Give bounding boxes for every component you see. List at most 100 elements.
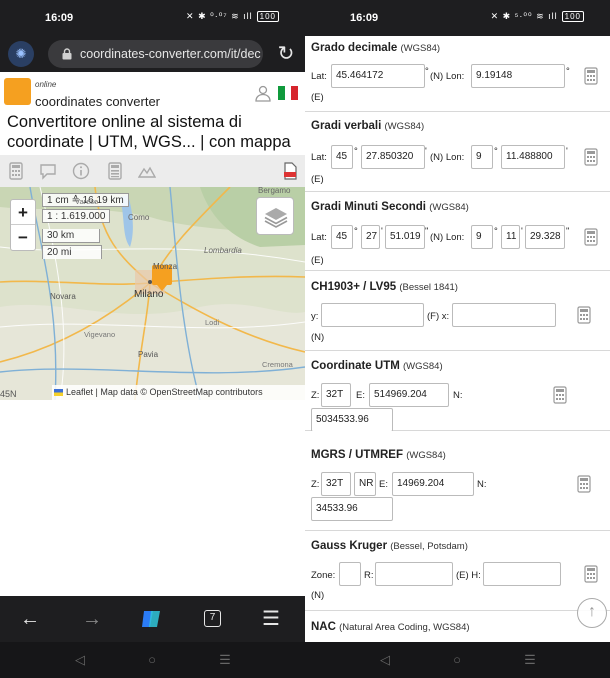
ch1903-y-input[interactable] <box>321 303 424 327</box>
system-home-icon[interactable]: ○ <box>449 652 465 668</box>
northing-label: N: <box>453 390 463 401</box>
lat-label: Lat: <box>311 232 327 243</box>
dms-lat-sec-input[interactable]: 51.019 <box>385 225 425 249</box>
decimal-lon-input[interactable]: 9.19148 <box>471 64 565 88</box>
site-info-icon[interactable] <box>61 48 73 60</box>
card-title-text: NAC <box>311 621 336 633</box>
mgrs-zone-input[interactable]: 32T <box>321 472 351 496</box>
decimal-lat-input[interactable]: 45.464172 <box>331 64 425 88</box>
elevation-icon[interactable] <box>138 162 156 180</box>
system-back-icon[interactable]: ◁ <box>377 652 393 668</box>
left-phone-screen: 16:09 ✕ ✱ ⁰·⁰⁷ ≋ ıll 100 ✺ coordinates-c… <box>0 0 305 678</box>
dms-lat-deg-input[interactable]: 45 <box>331 225 353 249</box>
url-field[interactable]: coordinates-converter.com/it/dec <box>48 40 263 68</box>
converter-list[interactable]: Grado decimale (WGS84) Lat: 45.464172 ° … <box>305 36 610 642</box>
n-lon-label: (N) Lon: <box>430 232 465 243</box>
dms-lon-min-input[interactable]: 11 <box>501 225 520 249</box>
n-lon-label: (N) Lon: <box>430 71 465 82</box>
calculator-icon[interactable] <box>584 67 598 85</box>
place-label: Varese <box>75 197 99 206</box>
mgrs-easting-input[interactable]: 14969.204 <box>392 472 474 496</box>
system-nav-bar: ◁ ○ ☰ <box>0 642 305 678</box>
calculator-icon[interactable] <box>584 228 598 246</box>
card-subtitle: (WGS84) <box>400 43 441 54</box>
system-recents-icon[interactable]: ☰ <box>522 652 538 668</box>
gauss-h-input[interactable] <box>483 562 561 586</box>
card-title: Grado decimale (WGS84) <box>311 42 440 54</box>
zone-label: Z: <box>311 390 320 401</box>
calculator-icon[interactable] <box>577 475 591 493</box>
verbal-lon-min-input[interactable]: 11.488800 <box>501 145 565 169</box>
card-title: Coordinate UTM (WGS84) <box>311 360 443 372</box>
comment-icon[interactable] <box>39 162 57 180</box>
easting-label: E: <box>379 479 388 490</box>
copilot-icon[interactable] <box>140 607 164 631</box>
calculator-icon[interactable] <box>584 148 598 166</box>
pdf-download-icon[interactable] <box>281 162 299 180</box>
degree-sign: ° <box>566 66 570 77</box>
verbal-lon-deg-input[interactable]: 9 <box>471 145 493 169</box>
place-label: Vigevano <box>84 330 116 339</box>
info-icon[interactable] <box>72 162 90 180</box>
right-phone-screen: 16:09 ✕ ✱ ⁵·⁰⁰ ≋ ıll 100 Grado decimale … <box>305 0 610 678</box>
browser-address-bar: ✺ coordinates-converter.com/it/dec ↻ <box>0 36 305 72</box>
menu-icon[interactable]: ☰ <box>259 607 283 631</box>
card-title: Gauss Kruger (Bessel, Potsdam) <box>311 540 468 552</box>
utm-northing-input[interactable]: 5034533.96 <box>311 408 393 432</box>
calculator-icon[interactable] <box>7 162 25 180</box>
dms-lon-sec-input[interactable]: 29.328 <box>525 225 565 249</box>
zoom-in-button[interactable]: + <box>11 200 35 225</box>
y-label: y: <box>311 311 319 322</box>
attribution-text[interactable]: Leaflet | Map data © OpenStreetMap contr… <box>66 387 263 397</box>
dms-lon-deg-input[interactable]: 9 <box>471 225 493 249</box>
card-title-text: CH1903+ / LV95 <box>311 281 397 293</box>
ukraine-flag-icon <box>54 389 63 396</box>
calculator-list-icon[interactable] <box>106 162 124 180</box>
layers-button[interactable] <box>256 197 294 235</box>
browser-profile-icon[interactable]: ✺ <box>8 41 34 67</box>
status-icons: ✕ ✱ ⁰·⁰⁷ ≋ ıll 100 <box>186 11 279 22</box>
degree-sign: ° <box>494 146 498 157</box>
f-x-label: (F) x: <box>427 311 450 322</box>
reload-icon[interactable]: ↻ <box>275 43 297 65</box>
mgrs-northing-input[interactable]: 34533.96 <box>311 497 393 521</box>
verbal-lat-min-input[interactable]: 27.850320 <box>361 145 425 169</box>
gauss-r-input[interactable] <box>375 562 453 586</box>
site-logo-icon[interactable] <box>4 78 31 105</box>
calculator-icon[interactable] <box>584 565 598 583</box>
dms-lat-min-input[interactable]: 27 <box>361 225 380 249</box>
card-subtitle: (WGS84) <box>403 361 443 372</box>
utm-easting-input[interactable]: 514969.204 <box>369 383 449 407</box>
place-label: Lombardia <box>204 246 242 255</box>
logo-tagline: online <box>35 80 57 89</box>
italian-flag-icon[interactable] <box>278 86 299 100</box>
ch1903-x-input[interactable] <box>452 303 556 327</box>
forward-icon[interactable]: → <box>80 607 104 631</box>
user-icon[interactable] <box>254 84 272 102</box>
card-subtitle: (WGS84) <box>406 450 446 461</box>
system-back-icon[interactable]: ◁ <box>72 652 88 668</box>
calculator-icon[interactable] <box>577 306 591 324</box>
calculator-icon[interactable] <box>553 386 567 404</box>
degree-sign: ° <box>494 226 498 237</box>
northing-label: N: <box>477 479 487 490</box>
second-sign: " <box>425 226 429 237</box>
verbal-lat-deg-input[interactable]: 45 <box>331 145 353 169</box>
logo-name[interactable]: coordinates converter <box>35 94 160 109</box>
tabs-button[interactable]: 7 <box>204 610 221 627</box>
utm-zone-input[interactable]: 32T <box>321 383 351 407</box>
back-icon[interactable]: ← <box>18 607 42 631</box>
status-bar: 16:09 ✕ ✱ ⁰·⁰⁷ ≋ ıll 100 <box>0 0 305 36</box>
place-label: Monza <box>153 262 178 271</box>
card-subtitle: (Bessel 1841) <box>399 282 458 293</box>
card-subtitle: (WGS84) <box>429 202 469 213</box>
zoom-out-button[interactable]: − <box>11 225 35 250</box>
gauss-zone-input[interactable] <box>339 562 361 586</box>
scale-ratio: 1 : 1.619.000 <box>42 209 111 223</box>
system-recents-icon[interactable]: ☰ <box>217 652 233 668</box>
card-gauss-kruger: Gauss Kruger (Bessel, Potsdam) Zone: R: … <box>305 531 610 611</box>
mgrs-square-input[interactable]: NR <box>354 472 376 496</box>
system-home-icon[interactable]: ○ <box>144 652 160 668</box>
scroll-to-top-button[interactable]: ↑ <box>577 598 607 628</box>
card-title: NAC (Natural Area Coding, WGS84) <box>311 621 470 633</box>
